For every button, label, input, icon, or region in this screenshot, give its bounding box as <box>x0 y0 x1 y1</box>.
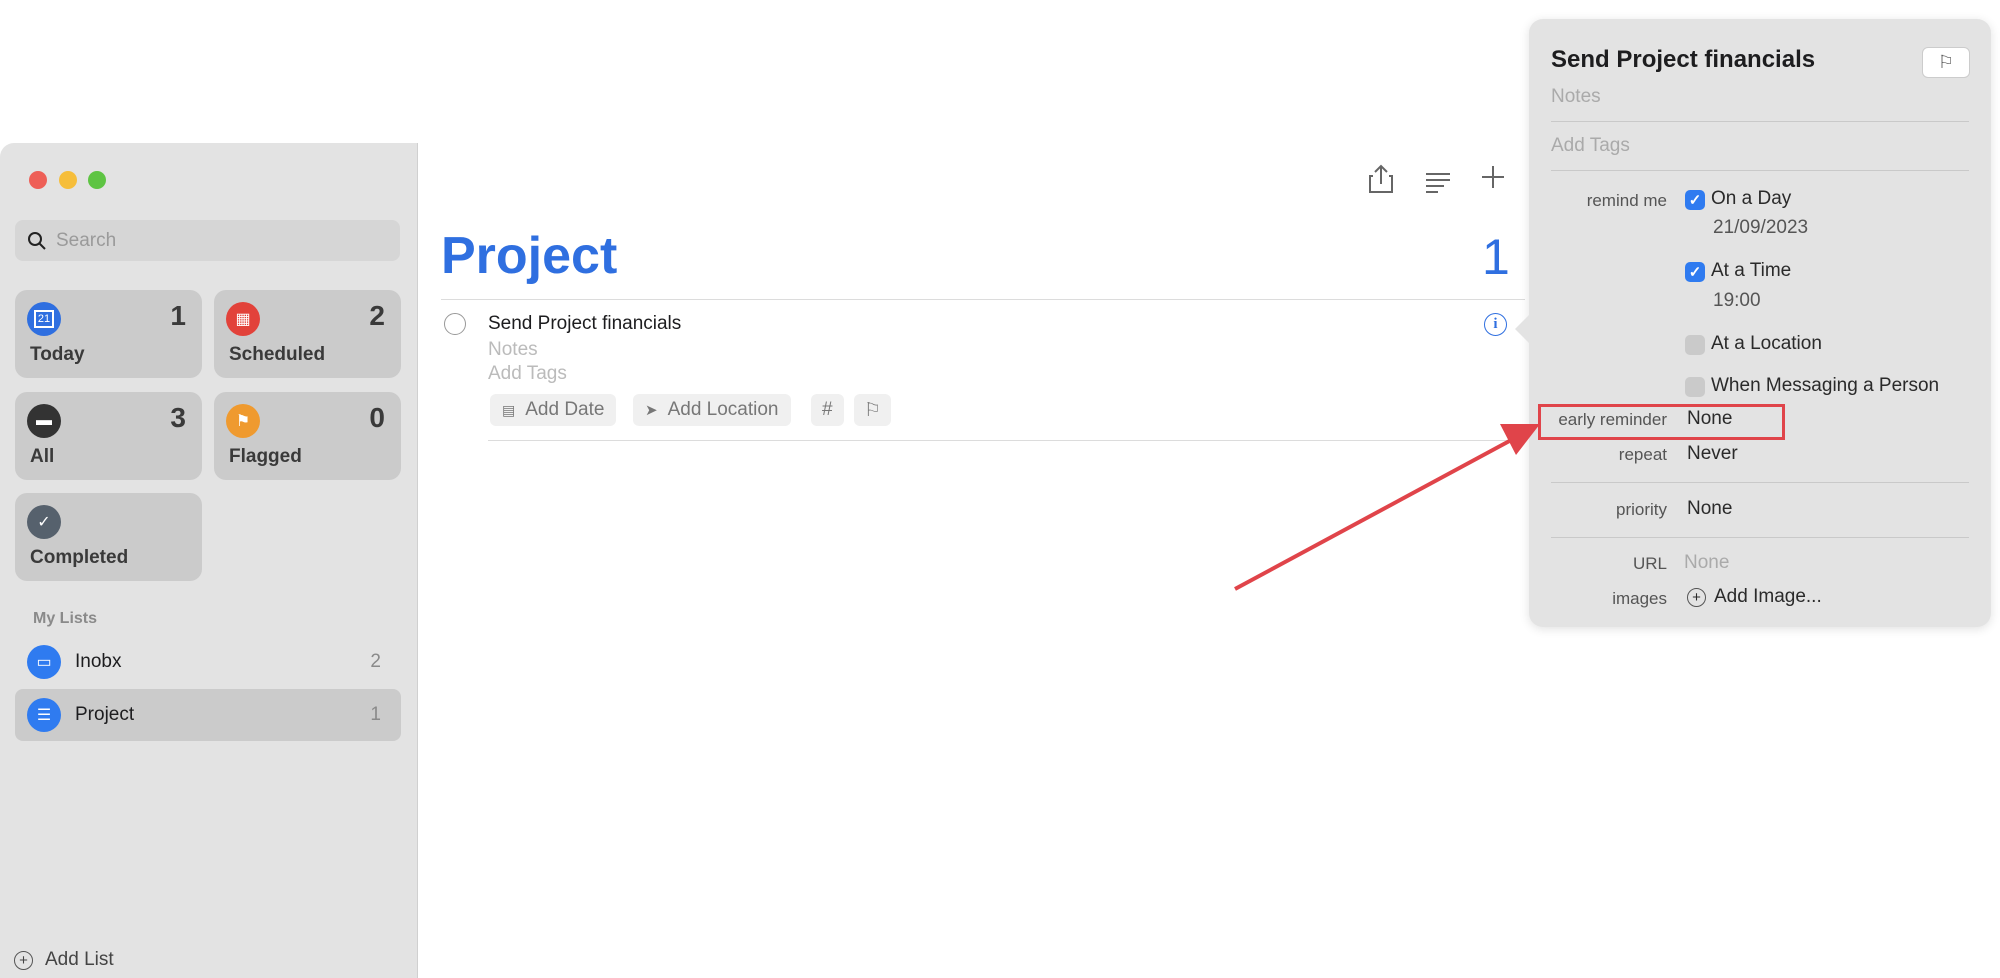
annotation-arrow <box>1234 424 1540 591</box>
